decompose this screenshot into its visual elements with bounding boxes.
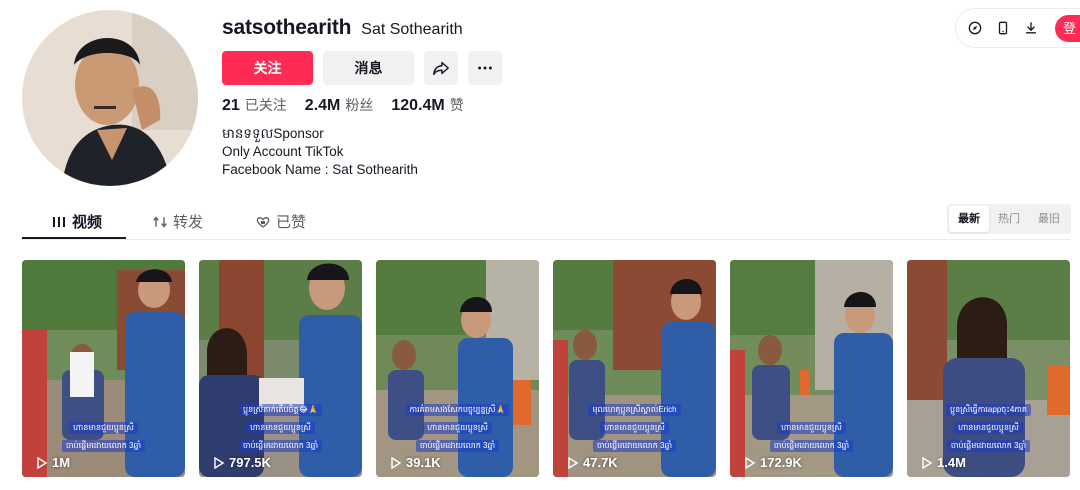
video-card[interactable]: ការគំរាមសងសែកបច្ចុប្បន្នស្រី🙏 ហានមានជួយប… [376, 260, 539, 477]
compass-icon [968, 21, 982, 35]
caption-line: ហានមានជួយប្អូនស្រី [246, 422, 315, 434]
sort-latest[interactable]: 最新 [949, 206, 989, 232]
caption-line: ហានមានជួយប្អូនស្រី [69, 422, 138, 434]
login-button[interactable]: 登 [1055, 15, 1080, 42]
view-count: 1M [36, 455, 70, 470]
download-icon [1025, 22, 1037, 34]
tab-reposts[interactable]: 转发 [153, 211, 203, 232]
profile-username: satsothearith [222, 16, 352, 39]
caption-line: ចាប់ផ្ដើមដោយលោក 3ឆ្នាំ [61, 440, 146, 452]
sort-popular[interactable]: 热门 [989, 206, 1029, 232]
play-icon [922, 456, 933, 469]
view-count-value: 797.5K [229, 455, 271, 470]
caption-line: ប្អូនស្រីតាក់តើបចិត្ត😂🙏 [238, 404, 322, 416]
view-count: 39.1K [390, 455, 441, 470]
caption-line: មុលហេតុប្អូនស្រីស្គាល់Erich [588, 404, 681, 416]
sort-oldest[interactable]: 最旧 [1029, 206, 1069, 232]
video-caption: ប្អូនស្រីធ្វើការappចុះ4ភាគ ហានមានជួយប្អូ… [907, 399, 1070, 453]
video-card[interactable]: ហានមានជួយប្អូនស្រី ចាប់ផ្ដើមដោយលោក 3ឆ្នា… [730, 260, 893, 477]
bio-line: Only Account TikTok [222, 144, 344, 159]
profile-name-row: satsothearith Sat Sothearith [222, 16, 463, 40]
caption-line: ចាប់ផ្ដើមដោយលោក 3ឆ្នាំ [238, 440, 323, 452]
view-count-value: 39.1K [406, 455, 441, 470]
tab-liked[interactable]: 已赞 [256, 211, 306, 232]
view-count: 1.4M [921, 455, 966, 470]
stat-likes: 120.4M 赞 [391, 95, 463, 115]
grid-icon [53, 216, 65, 227]
repost-icon [153, 215, 167, 228]
caption-line: ហានមានជួយប្អូនស្រី [600, 422, 669, 434]
profile-stats: 21 已关注 2.4M 粉丝 120.4M 赞 [222, 95, 464, 115]
view-count-value: 47.7K [583, 455, 618, 470]
caption-line: ហានមានជួយប្អូនស្រី [777, 422, 846, 434]
play-icon [568, 456, 579, 469]
tab-videos[interactable]: 视频 [52, 211, 102, 232]
profile-actions: 关注 消息 [222, 51, 502, 85]
video-caption: ហានមានជួយប្អូនស្រី ចាប់ផ្ដើមដោយលោក 3ឆ្នា… [22, 417, 185, 453]
stat-value: 21 [222, 97, 240, 114]
bio-line: មានទទួលSponsor [222, 126, 324, 141]
stat-label: 粉丝 [345, 97, 374, 113]
video-caption: ការគំរាមសងសែកបច្ចុប្បន្នស្រី🙏 ហានមានជួយប… [376, 399, 539, 453]
caption-line: ហានមានជួយប្អូនស្រី [954, 422, 1023, 434]
get-app-button[interactable] [996, 21, 1010, 35]
video-card[interactable]: មុលហេតុប្អូនស្រីស្គាល់Erich ហានមានជួយប្អ… [553, 260, 716, 477]
video-caption: មុលហេតុប្អូនស្រីស្គាល់Erich ហានមានជួយប្អ… [553, 399, 716, 453]
profile-bio: មានទទួលSponsor Only Account TikTok Faceb… [222, 125, 418, 179]
phone-icon [998, 21, 1008, 35]
caption-line: ការគំរាមសងសែកបច្ចុប្បន្នស្រី🙏 [405, 404, 510, 416]
tab-label: 转发 [173, 214, 204, 231]
caption-line: ចាប់ផ្ដើមដោយលោក 3ឆ្នាំ [592, 440, 677, 452]
caption-line: ចាប់ផ្ដើមដោយលោក 3ឆ្នាំ [769, 440, 854, 452]
video-caption: ហានមានជួយប្អូនស្រី ចាប់ផ្ដើមដោយលោក 3ឆ្នា… [730, 417, 893, 453]
bio-line: Facebook Name : Sat Sothearith [222, 162, 418, 177]
view-count: 172.9K [744, 455, 802, 470]
share-button[interactable] [424, 51, 458, 85]
tab-label: 视频 [72, 214, 103, 231]
active-tab-indicator [22, 237, 126, 239]
follow-button[interactable]: 关注 [222, 51, 313, 85]
share-icon [433, 61, 449, 76]
more-button[interactable] [468, 51, 502, 85]
stat-followers[interactable]: 2.4M 粉丝 [305, 95, 374, 115]
video-card[interactable]: ប្អូនស្រីធ្វើការappចុះ4ភាគ ហានមានជួយប្អូ… [907, 260, 1070, 477]
message-button[interactable]: 消息 [323, 51, 414, 85]
profile-avatar[interactable] [22, 10, 198, 186]
video-card[interactable]: ហានមានជួយប្អូនស្រី ចាប់ផ្ដើមដោយលោក 3ឆ្នា… [22, 260, 185, 477]
stat-value: 120.4M [391, 97, 445, 114]
video-card[interactable]: ប្អូនស្រីតាក់តើបចិត្ត😂🙏 ហានមានជួយប្អូនស្… [199, 260, 362, 477]
stat-label: 已关注 [244, 97, 287, 113]
avatar-image [22, 10, 198, 186]
view-count-value: 1M [52, 455, 71, 470]
play-icon [745, 456, 756, 469]
tab-label: 已赞 [276, 214, 307, 231]
view-count: 797.5K [213, 455, 271, 470]
explore-button[interactable] [968, 21, 982, 35]
caption-line: ហានមានជួយប្អូនស្រី [423, 422, 492, 434]
view-count-value: 172.9K [760, 455, 802, 470]
stat-following[interactable]: 21 已关注 [222, 95, 287, 115]
play-icon [214, 456, 225, 469]
stat-value: 2.4M [304, 97, 341, 114]
caption-line: ចាប់ផ្ដើមដោយលោក 3ឆ្នាំ [415, 440, 500, 452]
stat-label: 赞 [449, 97, 464, 113]
play-icon [391, 456, 402, 469]
view-count-value: 1.4M [937, 455, 966, 470]
more-icon [478, 66, 492, 70]
sort-toggle: 最新 热门 最旧 [947, 204, 1071, 234]
video-grid: ហានមានជួយប្អូនស្រី ចាប់ផ្ដើមដោយលោក 3ឆ្នា… [22, 260, 1070, 477]
caption-line: ប្អូនស្រីធ្វើការappចុះ4ភាគ [945, 404, 1031, 416]
content-tabs: 视频 转发 已赞 [22, 200, 1070, 240]
profile-nickname: Sat Sothearith [361, 21, 463, 38]
caption-line: ចាប់ផ្ដើមដោយលោក 3ឆ្នាំ [946, 440, 1031, 452]
video-caption: ប្អូនស្រីតាក់តើបចិត្ត😂🙏 ហានមានជួយប្អូនស្… [199, 399, 362, 453]
view-count: 47.7K [567, 455, 618, 470]
play-icon [37, 456, 48, 469]
liked-icon [256, 216, 270, 228]
download-button[interactable] [1024, 21, 1038, 35]
